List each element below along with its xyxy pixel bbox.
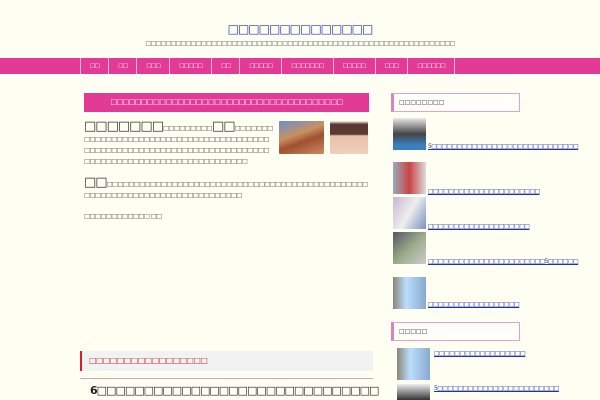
post-thumbnail[interactable] bbox=[393, 197, 426, 229]
second-paragraph: □□□□□□□□□□□□□□□□□□□□□□□□□□□□□□□□□□□□□□□□… bbox=[84, 175, 372, 201]
nav-item[interactable]: □□□□□ bbox=[334, 58, 376, 74]
nav-item[interactable]: □□□□□□□ bbox=[282, 58, 334, 74]
post-thumbnail[interactable] bbox=[393, 277, 426, 309]
sidebar-link[interactable]: □□□□□□□□□□□□□□□□□□□□□□ bbox=[428, 187, 540, 196]
intro-emphasis: □□□□□□□ bbox=[84, 119, 164, 134]
runners-image bbox=[279, 121, 324, 154]
legs-image bbox=[330, 121, 368, 154]
nav-item[interactable]: □□□□□□ bbox=[408, 58, 455, 74]
divider bbox=[80, 378, 373, 379]
post-thumbnail[interactable] bbox=[397, 384, 430, 400]
intro-emphasis-2: □□ bbox=[211, 119, 236, 134]
post-thumbnail[interactable] bbox=[397, 348, 430, 380]
site-title[interactable]: □□□□□□□□□□□□□□ bbox=[0, 22, 600, 36]
nav-item[interactable]: □□□ bbox=[137, 58, 171, 74]
nav-item[interactable]: □□□ bbox=[376, 58, 409, 74]
sidebar-link[interactable]: □□□□□□□□□□□□□□□□□□□□ bbox=[428, 222, 530, 231]
post-title[interactable]: 6□□□□□□□□□□□□□□□□□□□□□□□□□□□□□□ bbox=[90, 384, 379, 397]
second-emphasis: □□ bbox=[84, 175, 108, 190]
nav-item[interactable]: □□ bbox=[109, 58, 138, 74]
main-nav: □□ □□ □□□ □□□□□ □□ □□□□□ □□□□□□□ □□□□□ □□□ □□□□□□ bbox=[0, 58, 600, 74]
nav-item[interactable]: □□□□□ bbox=[240, 58, 283, 74]
nav-item[interactable]: □□□□□ bbox=[170, 58, 213, 74]
intro-text: □□□□□□□□□ bbox=[162, 124, 213, 132]
widget-title-recent: □□□□□ bbox=[391, 322, 520, 341]
second-text: □□□□□□□□□□□□□□□□□□□□□□□□□□□□□□□□□□□□□□□□… bbox=[84, 180, 368, 199]
post-thumbnail[interactable] bbox=[393, 162, 426, 194]
section-heading: □□□□□□□□□□□□□□□□□ bbox=[80, 351, 373, 371]
widget-title-popular: □□□□□□□□ bbox=[391, 93, 520, 112]
intro-paragraph: □□□□□□□□□□□□□□□□□□□□□□□□□□□□□□□□□□□□□□□□… bbox=[84, 119, 274, 167]
sidebar-link[interactable]: □□□□□□□□□□□□□□□□□□ bbox=[428, 300, 523, 309]
site-subtitle: □□□□□□□□□□□□□□□□□□□□□□□□□□□□□□□□□□□□□□□□… bbox=[145, 40, 455, 47]
page-banner: □□□□□□□□□□□□□□□□□□□□□□□□□□□□□□□□□□□□□□ bbox=[84, 93, 369, 112]
nav-item[interactable]: □□ bbox=[81, 58, 110, 74]
nav-item[interactable]: □□ bbox=[212, 58, 241, 74]
sidebar-link[interactable]: 5□□□□□□□□□□□□□□□□□□□□□□□□ bbox=[434, 384, 559, 393]
third-paragraph: □□□□□□□□□□□□ □□ bbox=[84, 212, 162, 220]
sidebar-link[interactable]: 5□□□□□□□□□□□□□□□□□□□□□□□□□□□□□ bbox=[393, 142, 579, 151]
sidebar-link[interactable]: □□□□□□□□□□□□□□□□□□ bbox=[434, 349, 526, 358]
sidebar-link[interactable]: □□□□□□□□□□□□□□□□□□□□□□□5□□□□□□ bbox=[393, 257, 579, 266]
